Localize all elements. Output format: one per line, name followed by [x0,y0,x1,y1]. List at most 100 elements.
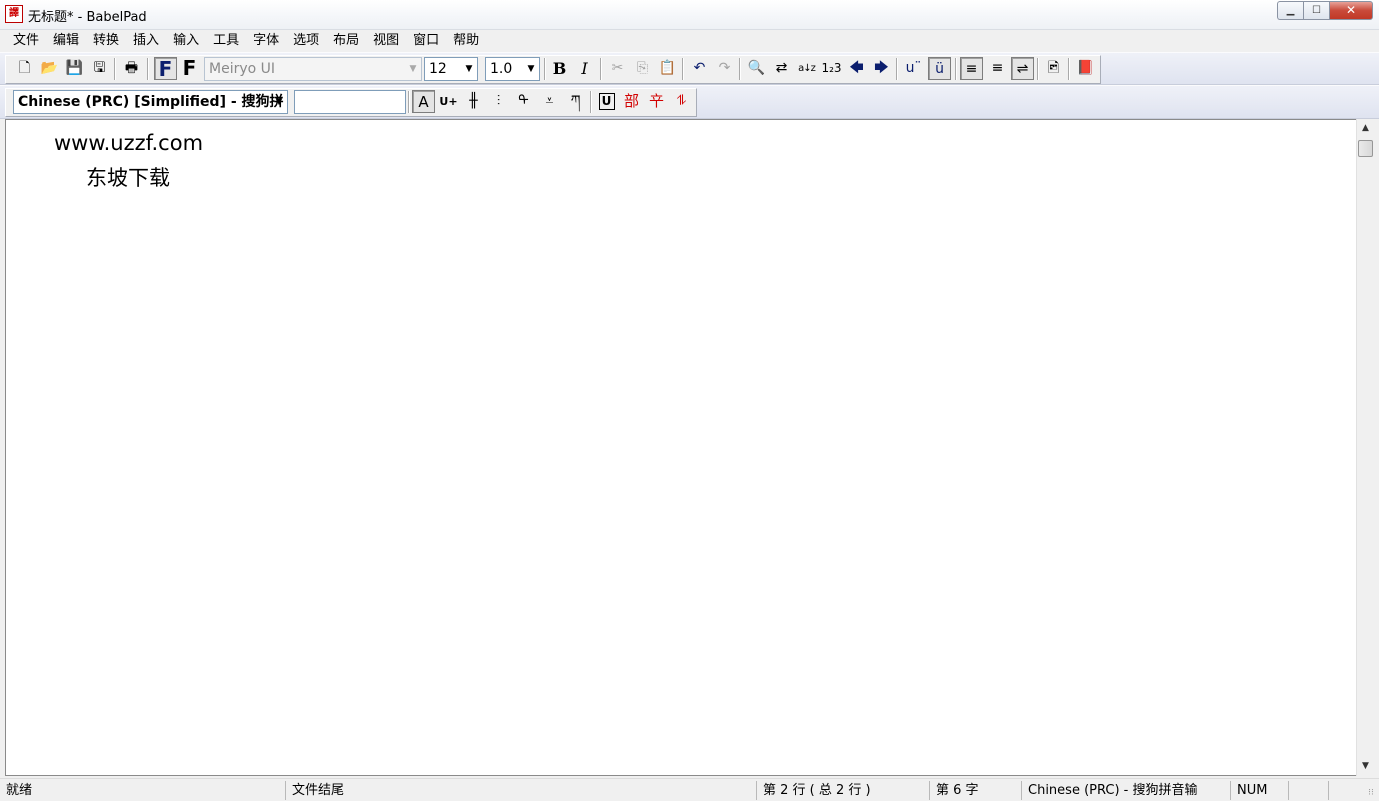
undo-icon[interactable]: ↶ [688,57,711,80]
text-editor[interactable]: www.uzzf.com 东坡下载 [5,119,1374,776]
resize-grip-icon[interactable]: ⁝⁝ [1365,787,1377,799]
italic-button[interactable]: I [573,57,596,80]
status-bar: 就绪 文件结尾 第 2 行 ( 总 2 行 ) 第 6 字 Chinese (P… [0,778,1379,801]
word-wrap-icon[interactable]: ⇌ [1011,57,1034,80]
toolbar-separator [1068,58,1070,80]
yi-script-icon[interactable]: ⩡ [538,90,561,113]
chevron-down-icon: ▼ [275,97,283,107]
vertical-scrollbar[interactable]: ▲ ▼ [1356,119,1374,776]
line-spacing-combo[interactable]: 1.0 ▼ [485,57,540,81]
main-toolbar: 🗋 📂 💾 🖫 🖶 F F Meiryo UI ▼ 12 ▼ 1.0 ▼ B I… [0,52,1379,85]
toolbar-separator [544,58,546,80]
toolbar-separator [682,58,684,80]
input-method-value: Chinese (PRC) [Simplified] - 搜狗拼 [18,94,284,110]
open-folder-icon[interactable]: 📂 [38,57,61,80]
status-num: NUM [1231,781,1289,800]
radical-icon[interactable]: 部 [620,90,643,113]
print-icon[interactable]: 🖶 [120,57,143,80]
cut-icon[interactable]: ✂ [606,57,629,80]
menu-layout[interactable]: 布局 [326,30,366,52]
document-line[interactable]: www.uzzf.com [54,131,203,155]
toolbar-separator [590,91,592,113]
menu-view[interactable]: 视图 [366,30,406,52]
chevron-down-icon: ▼ [527,64,535,74]
radical-stroke-icon[interactable]: 䇂 [645,90,668,113]
save-all-icon[interactable]: 🖫 [88,57,111,80]
status-char: 第 6 字 [930,781,1022,800]
input-field[interactable] [294,90,406,114]
status-blank [1289,781,1329,800]
menu-convert[interactable]: 转换 [86,30,126,52]
line-spacing-value: 1.0 [490,61,513,77]
align-left-icon[interactable]: ≡ [960,57,983,80]
maximize-button[interactable]: ☐ [1303,1,1329,20]
window-controls: ▁ ☐ ✕ [1277,1,1373,20]
window-title: 无标题* - BabelPad [28,10,147,25]
font-name-value: Meiryo UI [209,61,276,77]
mongolian-icon[interactable]: ᠲ [512,90,535,113]
babelpad-icon[interactable]: 譯 [5,5,23,23]
fixed-font-button[interactable]: F [154,57,177,81]
sort-icon[interactable]: a↓z [795,57,818,80]
menu-window[interactable]: 窗口 [406,30,446,52]
minimize-button[interactable]: ▁ [1277,1,1303,20]
toolbar-separator [1037,58,1039,80]
numbering-icon[interactable]: 1₂3 [820,57,843,80]
tibetan-icon[interactable]: ཀ [564,90,587,113]
toolbar-separator [896,58,898,80]
unicode-box-button[interactable]: U [595,90,618,113]
document-line[interactable]: 东坡下载 [86,162,170,192]
help-book-icon[interactable]: 📕 [1074,57,1097,80]
menu-tools[interactable]: 工具 [206,30,246,52]
vertical-text-icon[interactable]: ╫ [462,90,485,113]
back-arrow-icon[interactable]: 🡄 [845,57,868,80]
menu-font[interactable]: 字体 [246,30,286,52]
bold-button[interactable]: B [548,57,571,80]
menu-help[interactable]: 帮助 [446,30,486,52]
scroll-up-icon[interactable]: ▲ [1357,120,1374,137]
combining-marks-icon[interactable]: u¨ [902,57,925,80]
menu-bar: 文件 编辑 转换 插入 输入 工具 字体 选项 布局 视图 窗口 帮助 [0,30,1379,52]
align-right-icon[interactable]: ≡ [986,57,1009,80]
font-size-combo[interactable]: 12 ▼ [424,57,478,81]
status-line: 第 2 行 ( 总 2 行 ) [757,781,930,800]
replace-icon[interactable]: ⇄ [770,57,793,80]
vertical-text-alt-icon[interactable]: ⫶ [487,90,510,113]
font-name-combo[interactable]: Meiryo UI ▼ [204,57,422,81]
input-method-combo[interactable]: Chinese (PRC) [Simplified] - 搜狗拼 ▼ [13,90,288,114]
forward-arrow-icon[interactable]: 🡆 [870,57,893,80]
new-file-icon[interactable]: 🗋 [13,57,36,80]
find-icon[interactable]: 🔍 [745,57,768,80]
toolbar-separator [955,58,957,80]
reverse-icon[interactable]: ⥮ [670,90,693,113]
menu-insert[interactable]: 插入 [126,30,166,52]
status-position-end: 文件结尾 [286,781,757,800]
menu-file[interactable]: 文件 [6,30,46,52]
diacritics-toggle-icon[interactable]: ü [928,57,951,80]
title-bar: 譯 无标题* - BabelPad ▁ ☐ ✕ [0,0,1379,30]
unicode-mode-button[interactable]: U+ [437,90,460,113]
toolbar-separator [600,58,602,80]
paste-icon[interactable]: 📋 [656,57,679,80]
scroll-thumb[interactable] [1358,140,1373,157]
toolbar-separator [147,58,149,80]
char-mode-button[interactable]: A [412,90,435,113]
copy-icon[interactable]: ⎘ [631,57,654,80]
close-button[interactable]: ✕ [1329,1,1373,20]
toolbar-separator [114,58,116,80]
menu-edit[interactable]: 编辑 [46,30,86,52]
font-size-value: 12 [429,61,447,77]
save-icon[interactable]: 💾 [63,57,86,80]
toolbar-separator [739,58,741,80]
menu-options[interactable]: 选项 [286,30,326,52]
redo-icon[interactable]: ↷ [713,57,736,80]
status-ime: Chinese (PRC) - 搜狗拼音输 [1022,781,1231,800]
chevron-down-icon: ▼ [409,64,417,74]
unicode-box-glyph: U [598,93,615,110]
print-preview-icon[interactable]: 🖻 [1042,57,1065,80]
chevron-down-icon: ▼ [465,64,473,74]
status-ready: 就绪 [0,781,286,800]
auto-font-button[interactable]: F [178,57,201,80]
scroll-down-icon[interactable]: ▼ [1357,758,1374,775]
menu-input[interactable]: 输入 [166,30,206,52]
